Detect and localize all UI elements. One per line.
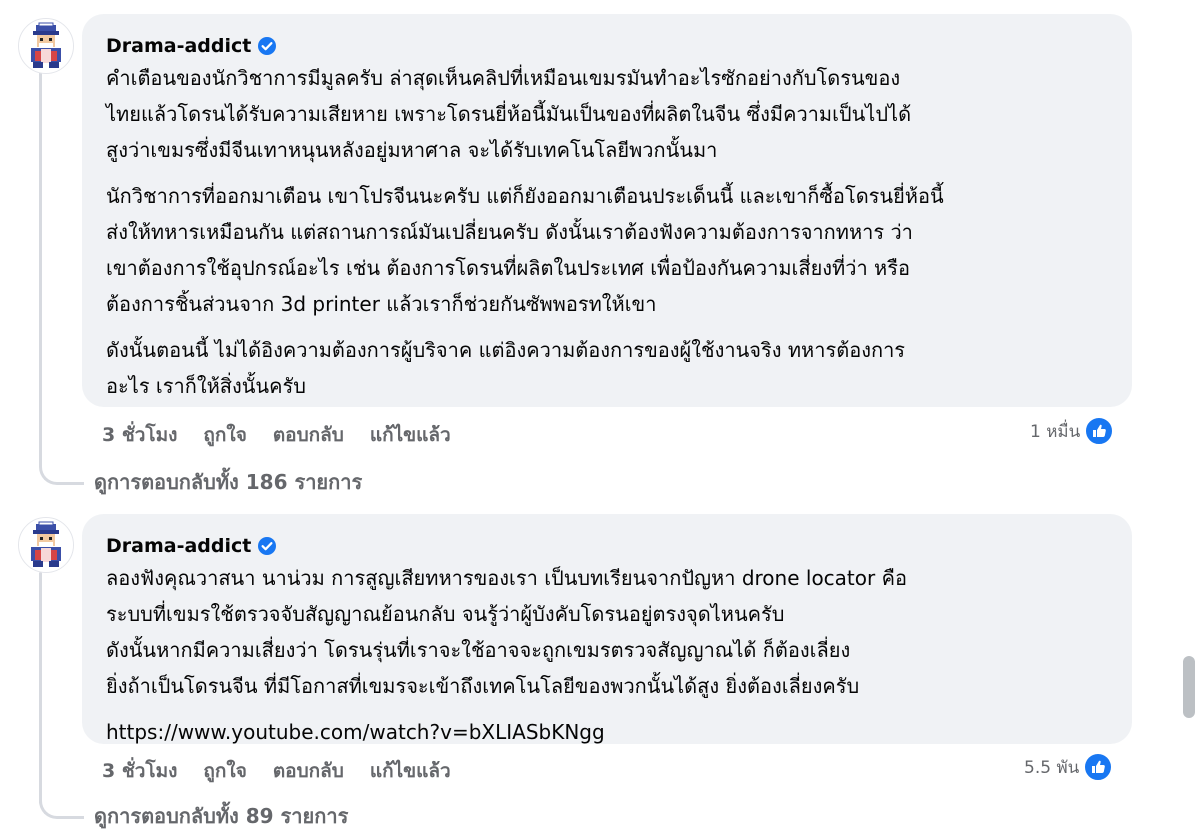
edited-label[interactable]: แก้ไขแล้ว bbox=[370, 756, 451, 786]
comment-bubble: Drama-addict คำเตือนของนักวิชาการมีมูลคร… bbox=[82, 14, 1132, 407]
comment-timestamp[interactable]: 3 ชั่วโมง bbox=[102, 420, 177, 450]
comment-author[interactable]: Drama-addict bbox=[106, 535, 251, 557]
comment-text: คำเตือนของนักวิชาการมีมูลครับ ล่าสุดเห็น… bbox=[106, 66, 912, 162]
verified-badge-icon bbox=[258, 37, 277, 55]
reply-connector bbox=[39, 460, 84, 485]
thread-line bbox=[39, 72, 42, 462]
reaction-count: 1 หมื่น bbox=[1030, 421, 1081, 442]
comment-text: นักวิชาการที่ออกมาเตือน เขาโปรจีนนะครับ … bbox=[106, 184, 944, 316]
like-thumb-icon bbox=[1083, 752, 1114, 782]
pixel-art-avatar-icon bbox=[19, 518, 73, 572]
reply-connector bbox=[39, 794, 84, 819]
comment-bubble: Drama-addict ลองฟังคุณวาสนา นาน่วม การสู… bbox=[82, 514, 1132, 744]
comment-actions: 3 ชั่วโมง ถูกใจ ตอบกลับ แก้ไขแล้ว bbox=[102, 420, 451, 450]
verified-badge-icon bbox=[258, 537, 277, 555]
comment-thread: Drama-addict คำเตือนของนักวิชาการมีมูลคร… bbox=[0, 0, 1200, 840]
avatar[interactable] bbox=[18, 18, 74, 74]
comment-text: ลองฟังคุณวาสนา นาน่วม การสูญเสียทหารของเ… bbox=[106, 566, 907, 698]
reaction-count: 5.5 พัน bbox=[1024, 757, 1080, 778]
scrollbar-thumb[interactable] bbox=[1183, 656, 1195, 718]
reply-button[interactable]: ตอบกลับ bbox=[273, 756, 344, 786]
like-thumb-icon bbox=[1084, 416, 1115, 446]
reply-button[interactable]: ตอบกลับ bbox=[273, 420, 344, 450]
comment-author[interactable]: Drama-addict bbox=[106, 35, 251, 57]
view-replies-link[interactable]: ดูการตอบกลับทั้ง 186 รายการ bbox=[94, 466, 362, 498]
like-button[interactable]: ถูกใจ bbox=[203, 420, 246, 450]
reaction-summary[interactable]: 5.5 พัน bbox=[1024, 752, 1114, 782]
thread-line bbox=[39, 572, 42, 804]
view-replies-link[interactable]: ดูการตอบกลับทั้ง 89 รายการ bbox=[94, 800, 348, 832]
comment-text: ดังนั้นตอนนี้ ไม่ได้อิงความต้องการผู้บริ… bbox=[106, 338, 906, 398]
reaction-summary[interactable]: 1 หมื่น bbox=[1030, 416, 1115, 446]
youtube-link[interactable]: https://www.youtube.com/watch?v=bXLIASbK… bbox=[106, 714, 1108, 750]
comment-timestamp[interactable]: 3 ชั่วโมง bbox=[102, 756, 177, 786]
edited-label[interactable]: แก้ไขแล้ว bbox=[370, 420, 451, 450]
pixel-art-avatar-icon bbox=[19, 19, 73, 73]
comment-actions: 3 ชั่วโมง ถูกใจ ตอบกลับ แก้ไขแล้ว bbox=[102, 756, 451, 786]
avatar[interactable] bbox=[18, 517, 74, 573]
like-button[interactable]: ถูกใจ bbox=[203, 756, 246, 786]
